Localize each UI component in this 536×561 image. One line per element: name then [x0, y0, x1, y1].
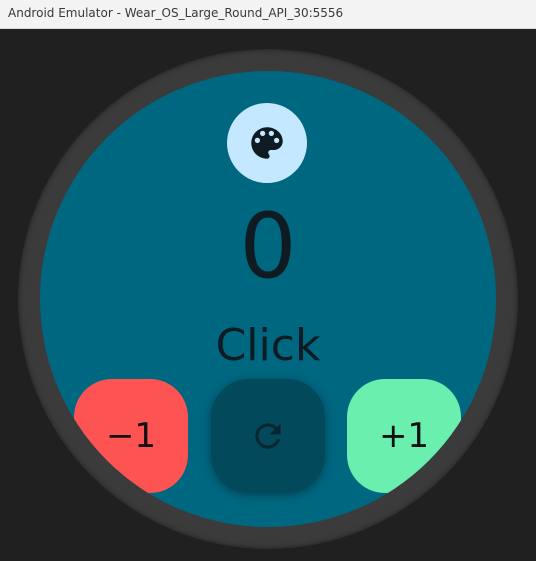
palette-icon: [251, 127, 283, 159]
counter-value: 0: [239, 194, 297, 299]
theme-palette-button[interactable]: [227, 103, 307, 183]
decrement-button[interactable]: −1: [74, 379, 188, 493]
watch-screen: 0 Click −1 +1: [40, 71, 496, 527]
window-title: Android Emulator - Wear_OS_Large_Round_A…: [8, 6, 344, 20]
increment-button[interactable]: +1: [347, 379, 461, 493]
reset-button[interactable]: [211, 379, 325, 493]
window-titlebar: Android Emulator - Wear_OS_Large_Round_A…: [0, 0, 536, 29]
click-label: Click: [215, 320, 321, 371]
refresh-icon: [255, 423, 281, 449]
decrement-label: −1: [105, 416, 157, 456]
increment-label: +1: [378, 416, 430, 456]
